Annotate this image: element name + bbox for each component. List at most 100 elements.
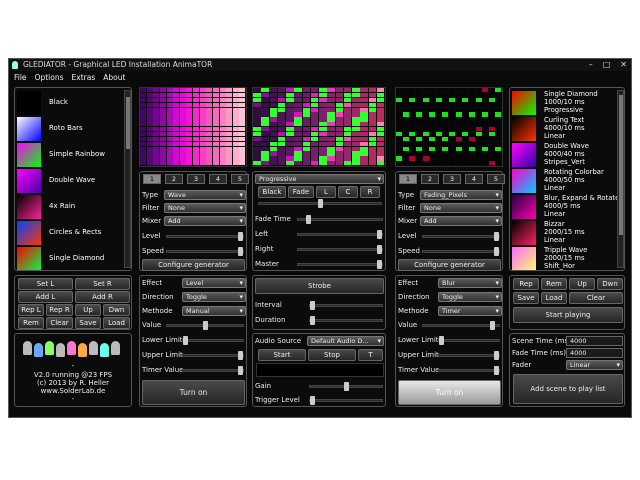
value-slider-thumb[interactable] (203, 321, 208, 330)
fade-button[interactable]: Fade (288, 186, 314, 198)
crossfader-slider[interactable] (258, 199, 382, 208)
mixer-select[interactable]: Add (164, 216, 246, 226)
generator-list-item[interactable]: Roto Bars (15, 116, 123, 142)
tab-left-3[interactable]: 3 (187, 174, 205, 184)
menu-about[interactable]: About (103, 72, 125, 83)
playlist-item[interactable]: Blur, Expand & Rotate 4000/5 ms Linear (510, 194, 620, 220)
left-level-thumb[interactable] (377, 230, 382, 239)
menu-file[interactable]: File (14, 72, 27, 83)
playlist-rep-button[interactable]: Rep (513, 278, 539, 290)
minimize-button[interactable]: – (589, 59, 593, 71)
crossfader-thumb[interactable] (318, 199, 323, 208)
rep-right-button[interactable]: Rep R (46, 304, 73, 316)
lower-limit-slider[interactable] (438, 336, 500, 345)
generator-list-item[interactable]: Circles & Rects (15, 220, 123, 246)
master-slider[interactable] (297, 260, 383, 269)
fade-time-thumb[interactable] (306, 215, 311, 224)
lower-limit-slider[interactable] (182, 336, 244, 345)
right-level-slider[interactable] (297, 245, 383, 254)
strobe-button[interactable]: Strobe (255, 278, 384, 294)
playlist-item[interactable]: Curling Text 4000/10 ms Linear (510, 116, 620, 142)
generator-list-item[interactable]: Double Wave (15, 168, 123, 194)
audio-stop-button[interactable]: Stop (308, 349, 356, 361)
playlist-clear-button[interactable]: Clear (569, 292, 623, 304)
add-scene-button[interactable]: Add scene to play list (513, 374, 623, 404)
tab-left-5[interactable]: 5 (231, 174, 249, 184)
filter-select[interactable]: None (164, 203, 246, 213)
lower-limit-thumb[interactable] (439, 336, 444, 345)
playlist-item[interactable]: Double Wave 4000/40 ms Stripes_Vert (510, 142, 620, 168)
configure-generator-left-button[interactable]: Configure generator (142, 259, 245, 271)
timer-value-thumb[interactable] (238, 366, 243, 375)
down-button[interactable]: Dwn (103, 304, 130, 316)
generator-list-scrollbar[interactable] (124, 90, 131, 268)
trigger-level-thumb[interactable] (310, 396, 315, 405)
methode-select[interactable]: Manual (182, 306, 246, 316)
configure-generator-right-button[interactable]: Configure generator (398, 259, 501, 271)
speed-slider-thumb[interactable] (238, 247, 243, 256)
value-slider[interactable] (422, 321, 500, 330)
save-button[interactable]: Save (75, 317, 101, 329)
maximize-button[interactable]: □ (603, 59, 611, 71)
playlist-up-button[interactable]: Up (569, 278, 595, 290)
value-slider-thumb[interactable] (490, 321, 495, 330)
direction-select[interactable]: Toggle (182, 292, 246, 302)
type-select[interactable]: Wave (164, 190, 246, 200)
upper-limit-thumb[interactable] (494, 351, 499, 360)
black-button[interactable]: Black (258, 186, 286, 198)
generator-list-item[interactable]: Simple Rainbow (15, 142, 123, 168)
up-button[interactable]: Up (75, 304, 101, 316)
duration-slider[interactable] (309, 316, 383, 325)
timer-value-slider[interactable] (182, 366, 244, 375)
audio-start-button[interactable]: Start (258, 349, 306, 361)
trigger-level-slider[interactable] (309, 396, 383, 405)
mix-mode-select[interactable]: Progressive (255, 174, 384, 184)
close-button[interactable]: ✕ (620, 59, 627, 71)
interval-thumb[interactable] (310, 301, 315, 310)
methode-select[interactable]: Timer (438, 306, 502, 316)
timer-value-thumb[interactable] (494, 366, 499, 375)
tab-left-1[interactable]: 1 (143, 174, 161, 184)
right-level-thumb[interactable] (377, 245, 382, 254)
center-button[interactable]: C (338, 186, 358, 198)
filter-select[interactable]: None (420, 203, 502, 213)
rep-left-button[interactable]: Rep L (18, 304, 44, 316)
playlist-scrollbar[interactable] (617, 90, 624, 268)
playlist-save-button[interactable]: Save (513, 292, 539, 304)
upper-limit-slider[interactable] (182, 351, 244, 360)
playlist-item[interactable]: Tripple Wave 2000/15 ms Shift_Hor (510, 246, 620, 270)
tab-right-1[interactable]: 1 (399, 174, 417, 184)
playlist-load-button[interactable]: Load (541, 292, 567, 304)
effect-select[interactable]: Blur (438, 278, 502, 288)
generator-list-item[interactable]: Single Diamond (15, 246, 123, 270)
scene-time-input[interactable]: 4000 (566, 336, 623, 346)
menu-extras[interactable]: Extras (72, 72, 96, 83)
fader-select[interactable]: Linear (566, 360, 623, 370)
generator-list-item[interactable]: Black (15, 90, 123, 116)
turn-on-right-button[interactable]: Turn on (398, 380, 501, 405)
interval-slider[interactable] (309, 301, 383, 310)
audio-tap-button[interactable]: T (358, 349, 383, 361)
playlist-rem-button[interactable]: Rem (541, 278, 567, 290)
gain-thumb[interactable] (344, 382, 349, 391)
clear-button[interactable]: Clear (46, 317, 73, 329)
upper-limit-slider[interactable] (438, 351, 500, 360)
left-level-slider[interactable] (297, 230, 383, 239)
upper-limit-thumb[interactable] (238, 351, 243, 360)
tab-left-2[interactable]: 2 (165, 174, 183, 184)
tab-right-2[interactable]: 2 (421, 174, 439, 184)
add-right-button[interactable]: Add R (75, 291, 130, 303)
playlist-item[interactable]: Bizzar 2000/15 ms Linear (510, 220, 620, 246)
right-button[interactable]: R (360, 186, 380, 198)
playlist-item[interactable]: Single Diamond 1000/10 ms Progressive (510, 90, 620, 116)
tab-left-4[interactable]: 4 (209, 174, 227, 184)
speed-slider-thumb[interactable] (494, 247, 499, 256)
speed-slider[interactable] (422, 247, 500, 256)
type-select[interactable]: Fading_Pixels (420, 190, 502, 200)
add-left-button[interactable]: Add L (18, 291, 73, 303)
playlist-down-button[interactable]: Dwn (597, 278, 623, 290)
duration-thumb[interactable] (310, 316, 315, 325)
generator-list-item[interactable]: 4x Rain (15, 194, 123, 220)
audio-source-select[interactable]: Default Audio D... (307, 336, 384, 346)
playlist-item[interactable]: Rotating Colorbar 4000/50 ms Linear (510, 168, 620, 194)
